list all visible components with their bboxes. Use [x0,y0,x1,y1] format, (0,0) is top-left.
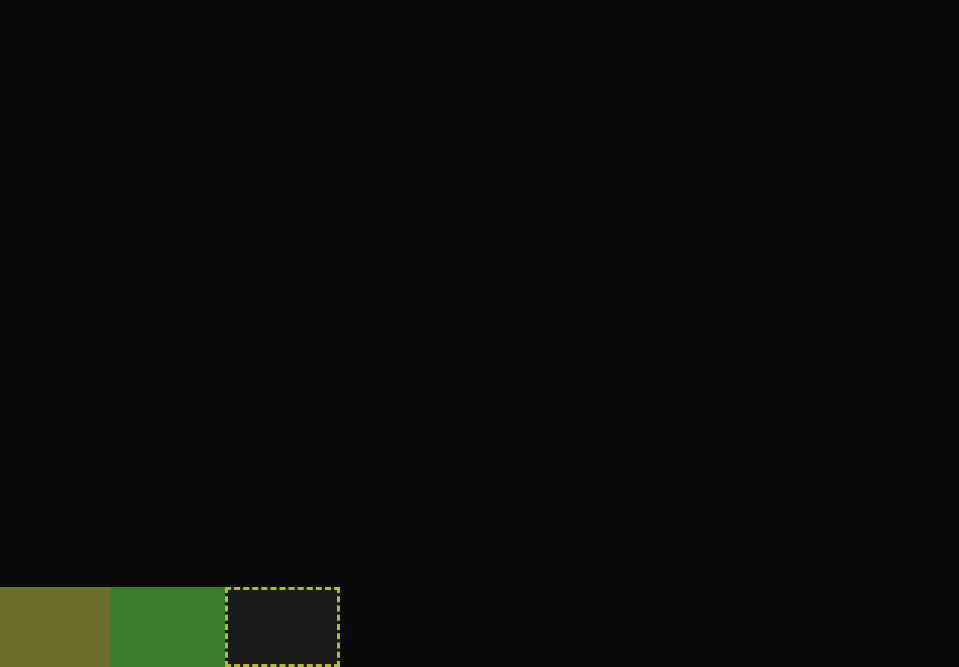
legend-bar [0,587,340,667]
weather-map [0,0,959,667]
legend-possible [225,587,340,667]
legend-light [0,587,110,667]
map-canvas [0,0,959,667]
legend-moderate [110,587,225,667]
